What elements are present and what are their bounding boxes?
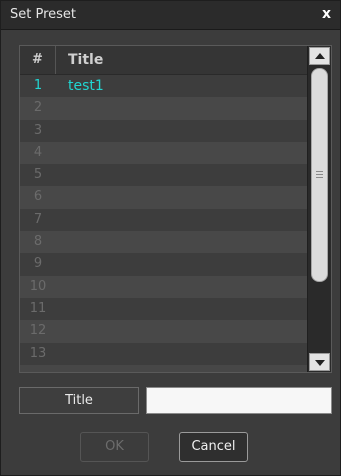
list-item[interactable]: 10 — [20, 275, 307, 298]
row-number: 6 — [33, 189, 43, 205]
list-item[interactable]: 3 — [20, 119, 307, 142]
row-number: 12 — [29, 323, 47, 339]
list-item[interactable]: 5 — [20, 164, 307, 187]
list-item[interactable]: 9 — [20, 253, 307, 276]
column-header-title[interactable]: Title — [68, 46, 103, 74]
row-number: 7 — [33, 211, 43, 227]
title-label: Title — [19, 387, 139, 414]
row-number: 4 — [33, 144, 43, 160]
arrow-down-icon[interactable] — [309, 353, 330, 371]
list-item[interactable]: 8 — [20, 231, 307, 254]
row-title: test1 — [68, 78, 104, 94]
scrollbar-thumb[interactable] — [311, 68, 328, 282]
list-item[interactable]: 1 test1 — [20, 75, 307, 98]
list-item[interactable]: 11 — [20, 297, 307, 321]
grip-icon — [316, 171, 323, 172]
column-header-number[interactable]: # — [20, 46, 56, 74]
ok-button[interactable]: OK — [80, 432, 149, 462]
set-preset-dialog: Set Preset x # Title 1 test1 2 3 4 5 6 7 8 9 10 11 1… — [0, 0, 341, 476]
row-number: 10 — [29, 278, 47, 294]
row-number: 9 — [33, 256, 43, 272]
row-number: 11 — [29, 300, 47, 316]
row-number: 13 — [29, 345, 47, 361]
title-bar: Set Preset x — [1, 1, 340, 30]
vertical-scrollbar[interactable] — [307, 46, 331, 372]
arrow-up-icon[interactable] — [309, 47, 330, 65]
cancel-button[interactable]: Cancel — [179, 432, 248, 462]
list-item[interactable]: 12 — [20, 320, 307, 343]
row-number: 8 — [33, 234, 43, 250]
list-item[interactable]: 13 — [20, 342, 307, 365]
list-rows: 1 test1 2 3 4 5 6 7 8 9 10 11 12 13 — [20, 75, 307, 365]
list-header: # Title — [20, 46, 307, 75]
window-title: Set Preset — [10, 7, 77, 22]
row-number: 2 — [33, 100, 43, 116]
preset-list[interactable]: # Title 1 test1 2 3 4 5 6 7 8 9 10 11 12 13 — [19, 45, 332, 373]
list-item[interactable]: 7 — [20, 208, 307, 232]
close-icon[interactable]: x — [322, 5, 331, 23]
button-bar: OK Cancel — [1, 426, 340, 476]
list-item[interactable]: 2 — [20, 97, 307, 120]
row-number: 1 — [33, 78, 43, 93]
row-number: 5 — [33, 167, 43, 183]
list-item[interactable]: 6 — [20, 186, 307, 209]
title-input[interactable] — [146, 387, 332, 414]
list-item[interactable]: 4 — [20, 141, 307, 165]
row-number: 3 — [33, 122, 43, 138]
